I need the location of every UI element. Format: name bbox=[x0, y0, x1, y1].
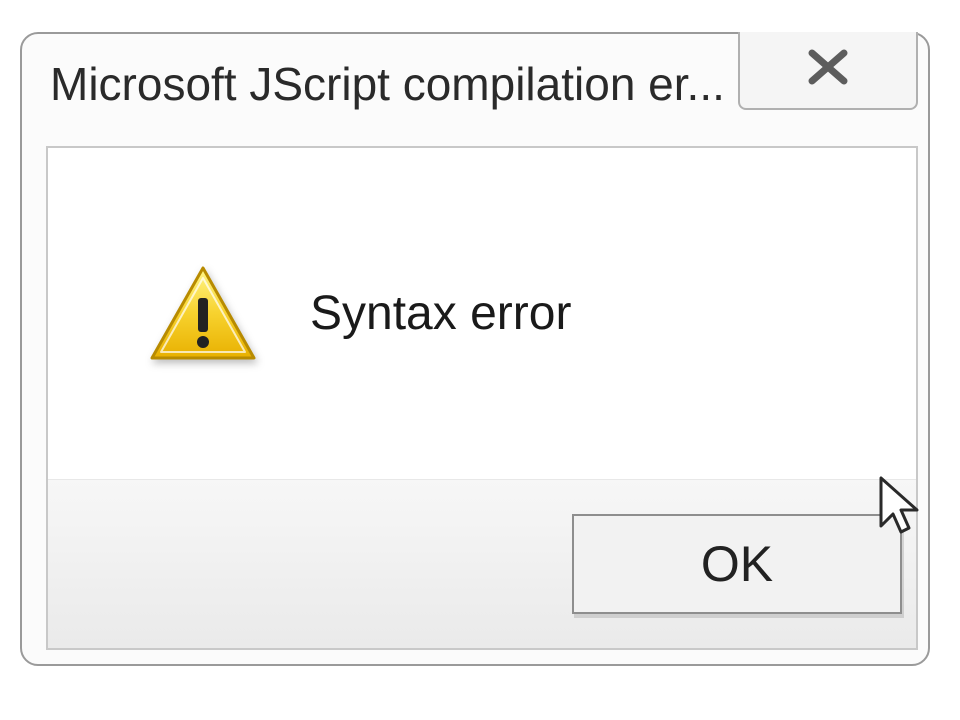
close-icon bbox=[806, 44, 850, 96]
content-area: Syntax error bbox=[48, 148, 916, 480]
titlebar: Microsoft JScript compilation er... bbox=[22, 34, 928, 134]
error-message: Syntax error bbox=[310, 286, 571, 341]
close-button[interactable] bbox=[738, 32, 918, 110]
warning-icon bbox=[148, 264, 258, 364]
error-dialog: Microsoft JScript compilation er... bbox=[20, 32, 930, 666]
dialog-title: Microsoft JScript compilation er... bbox=[50, 57, 725, 111]
ok-button[interactable]: OK bbox=[572, 514, 902, 614]
dialog-body: Syntax error OK bbox=[46, 146, 918, 650]
dialog-footer: OK bbox=[48, 480, 916, 648]
